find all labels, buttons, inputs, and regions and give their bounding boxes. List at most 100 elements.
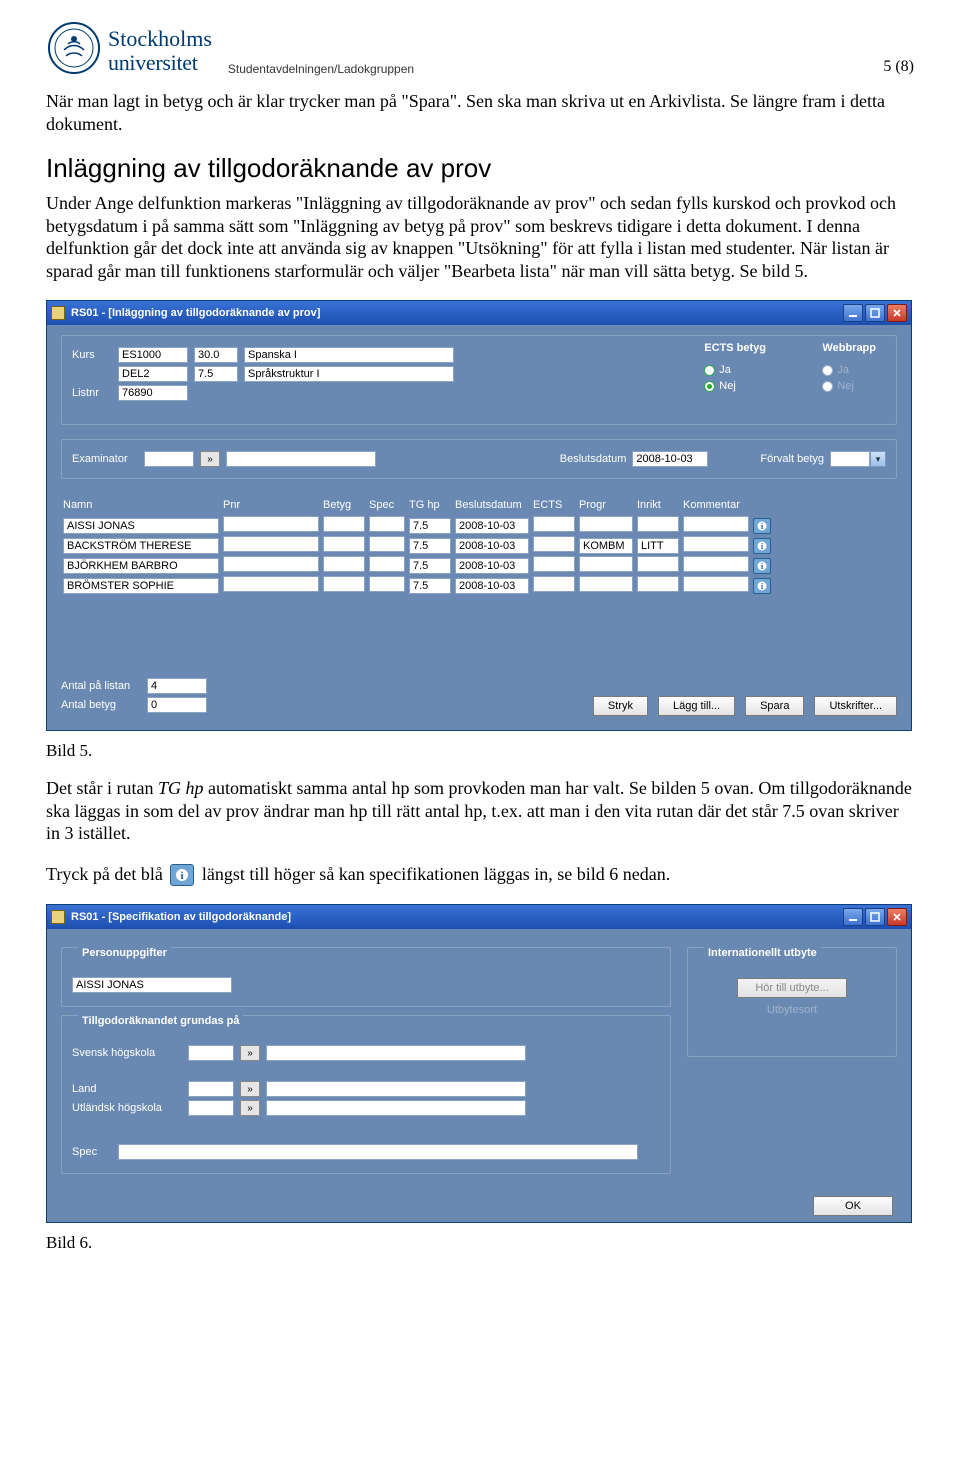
land-label: Land [72, 1083, 182, 1095]
cell-tghp[interactable]: 7.5 [409, 558, 451, 574]
cell-namn[interactable]: BJÖRKHEM BARBRO [63, 558, 219, 574]
maximize-icon[interactable] [865, 304, 885, 322]
stryk-button[interactable]: Stryk [593, 696, 648, 716]
ects-nej-radio[interactable] [704, 381, 715, 392]
cell-tghp[interactable]: 7.5 [409, 518, 451, 534]
cell-inrikt[interactable] [637, 556, 679, 572]
grundas-legend: Tillgodoräknandet grundas på [78, 1015, 243, 1027]
cell-pnr[interactable] [223, 516, 319, 532]
cell-betyg[interactable] [323, 556, 365, 572]
chevron-down-icon[interactable]: ▾ [870, 451, 886, 467]
close-icon[interactable] [887, 908, 907, 926]
webb-ja-radio [822, 365, 833, 376]
cell-tghp[interactable]: 7.5 [409, 538, 451, 554]
land-lookup-button[interactable]: » [240, 1081, 260, 1097]
land-field[interactable] [188, 1081, 234, 1097]
cell-ects[interactable] [533, 516, 575, 532]
kurs-code-2[interactable]: DEL2 [118, 366, 188, 382]
th-betyg: Betyg [321, 499, 367, 511]
info-icon[interactable]: i [753, 538, 771, 554]
info-icon: i [170, 864, 194, 886]
table-row[interactable]: BRÖMSTER SOPHIE 7.52008-10-03 i [61, 576, 897, 595]
utskrifter-button[interactable]: Utskrifter... [814, 696, 897, 716]
cell-spec[interactable] [369, 576, 405, 592]
cell-kommentar[interactable] [683, 556, 749, 572]
svensk-lookup-button[interactable]: » [240, 1045, 260, 1061]
kurs-code-1[interactable]: ES1000 [118, 347, 188, 363]
cell-inrikt[interactable]: LITT [637, 538, 679, 554]
cell-beslutsdatum[interactable]: 2008-10-03 [455, 558, 529, 574]
cell-betyg[interactable] [323, 516, 365, 532]
cell-namn[interactable]: BACKSTRÖM THERESE [63, 538, 219, 554]
examinator-name-field [226, 451, 376, 467]
cell-tghp[interactable]: 7.5 [409, 578, 451, 594]
info-icon[interactable]: i [753, 518, 771, 534]
cell-ects[interactable] [533, 536, 575, 552]
svensk-hogskola-label: Svensk högskola [72, 1047, 182, 1059]
university-logo [46, 20, 102, 76]
titlebar[interactable]: RS01 - [Inläggning av tillgodoräknande a… [47, 301, 911, 325]
cell-pnr[interactable] [223, 576, 319, 592]
examinator-field[interactable] [144, 451, 194, 467]
webb-option-group: Webbrapp Ja Nej [822, 342, 876, 396]
cell-beslutsdatum[interactable]: 2008-10-03 [455, 518, 529, 534]
close-icon[interactable] [887, 304, 907, 322]
cell-inrikt[interactable] [637, 576, 679, 592]
info-icon[interactable]: i [753, 558, 771, 574]
forvalt-betyg-select[interactable]: ▾ [830, 451, 886, 467]
svensk-hogskola-field[interactable] [188, 1045, 234, 1061]
cell-beslutsdatum[interactable]: 2008-10-03 [455, 538, 529, 554]
window-inlaggning: RS01 - [Inläggning av tillgodoräknande a… [46, 300, 912, 731]
ects-ja-radio[interactable] [704, 365, 715, 376]
cell-pnr[interactable] [223, 536, 319, 552]
spec-field[interactable] [118, 1144, 638, 1160]
cell-progr[interactable] [579, 556, 633, 572]
spara-button[interactable]: Spara [745, 696, 804, 716]
th-spec: Spec [367, 499, 407, 511]
brand-line1: Stockholms [108, 28, 212, 50]
app-icon [51, 910, 65, 924]
cell-ects[interactable] [533, 576, 575, 592]
ok-button[interactable]: OK [813, 1196, 893, 1216]
table-row[interactable]: BACKSTRÖM THERESE 7.52008-10-03 KOMBMLITT i [61, 536, 897, 555]
cell-namn[interactable]: AISSI JONAS [63, 518, 219, 534]
cell-spec[interactable] [369, 556, 405, 572]
lagg-till-button[interactable]: Lägg till... [658, 696, 735, 716]
cell-kommentar[interactable] [683, 576, 749, 592]
minimize-icon[interactable] [843, 908, 863, 926]
cell-spec[interactable] [369, 536, 405, 552]
table-row[interactable]: BJÖRKHEM BARBRO 7.52008-10-03 i [61, 556, 897, 575]
listnr-field[interactable]: 76890 [118, 385, 188, 401]
cell-progr[interactable] [579, 516, 633, 532]
cell-betyg[interactable] [323, 576, 365, 592]
th-komm: Kommentar [681, 499, 751, 511]
brand-line2: universitet [108, 50, 212, 76]
titlebar-2[interactable]: RS01 - [Specifikation av tillgodoräknand… [47, 905, 911, 929]
examinator-lookup-button[interactable]: » [200, 451, 220, 467]
cell-ects[interactable] [533, 556, 575, 572]
cell-namn[interactable]: BRÖMSTER SOPHIE [63, 578, 219, 594]
cell-kommentar[interactable] [683, 536, 749, 552]
cell-betyg[interactable] [323, 536, 365, 552]
minimize-icon[interactable] [843, 304, 863, 322]
cell-spec[interactable] [369, 516, 405, 532]
examinator-label: Examinator [72, 453, 138, 465]
beslutsdatum-field[interactable]: 2008-10-03 [632, 451, 708, 467]
maximize-icon[interactable] [865, 908, 885, 926]
utlandsk-hogskola-field[interactable] [188, 1100, 234, 1116]
info-icon[interactable]: i [753, 578, 771, 594]
department-label: Studentavdelningen/Ladokgruppen [228, 62, 414, 76]
cell-progr[interactable]: KOMBM [579, 538, 633, 554]
personuppgifter-legend: Personuppgifter [78, 947, 171, 959]
table-row[interactable]: AISSI JONAS 7.52008-10-03 i [61, 516, 897, 535]
cell-progr[interactable] [579, 576, 633, 592]
antal-listan-field: 4 [147, 678, 207, 694]
listnr-label: Listnr [72, 387, 112, 399]
cell-pnr[interactable] [223, 556, 319, 572]
person-name-field: AISSI JONAS [72, 977, 232, 993]
cell-inrikt[interactable] [637, 516, 679, 532]
cell-beslutsdatum[interactable]: 2008-10-03 [455, 578, 529, 594]
cell-kommentar[interactable] [683, 516, 749, 532]
brand-block: Stockholms universitet Studentavdelninge… [46, 20, 414, 76]
utlandsk-lookup-button[interactable]: » [240, 1100, 260, 1116]
